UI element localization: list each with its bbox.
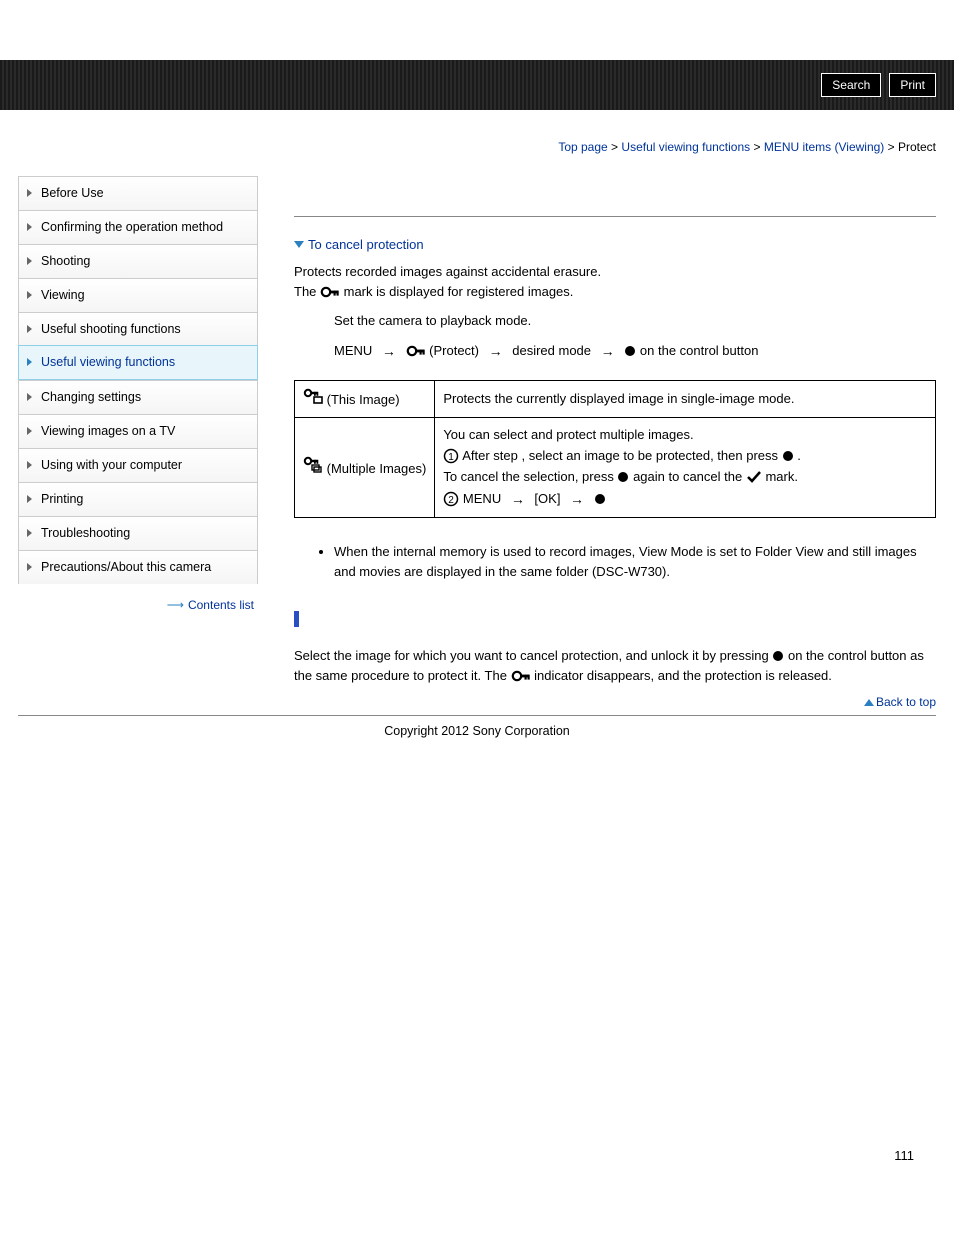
arrow-icon: → — [511, 488, 525, 510]
table-row: (Multiple Images) You can select and pro… — [295, 418, 936, 518]
circled-2-icon: 2 — [443, 491, 459, 507]
page-number: 111 — [0, 768, 954, 1183]
triangle-up-icon — [864, 699, 874, 706]
sidebar-item-precautions[interactable]: Precautions/About this camera — [18, 550, 258, 584]
arrow-right-icon: ⟶ — [167, 598, 184, 612]
protect-key-icon — [320, 285, 340, 299]
header-bar: Search Print — [0, 60, 954, 110]
option-label: (This Image) — [323, 392, 400, 407]
center-button-icon — [617, 471, 629, 483]
svg-text:1: 1 — [449, 452, 455, 463]
triangle-down-icon — [294, 241, 304, 248]
center-button-icon — [782, 450, 794, 462]
search-button[interactable]: Search — [821, 73, 881, 97]
sidebar-item-confirming[interactable]: Confirming the operation method — [18, 210, 258, 244]
step-2: MENU → (Protect) → desired mode → on the… — [334, 341, 936, 362]
option-label: (Multiple Images) — [323, 461, 426, 476]
circled-1-icon: 1 — [443, 448, 459, 464]
sidebar: Before Use Confirming the operation meth… — [18, 172, 258, 713]
sidebar-item-troubleshooting[interactable]: Troubleshooting — [18, 516, 258, 550]
separator — [294, 216, 936, 217]
check-mark-icon — [746, 470, 762, 484]
sidebar-item-viewing[interactable]: Viewing — [18, 278, 258, 312]
back-to-top-link[interactable]: Back to top — [294, 695, 936, 709]
option-desc: You can select and protect multiple imag… — [435, 418, 936, 518]
arrow-icon: → — [601, 341, 615, 362]
protect-key-icon — [406, 344, 426, 358]
center-button-icon — [624, 345, 636, 357]
protect-this-image-icon — [303, 388, 323, 404]
note-item: When the internal memory is used to reco… — [334, 542, 936, 581]
breadcrumb-top[interactable]: Top page — [558, 140, 607, 154]
protect-multiple-images-icon — [303, 456, 323, 473]
arrow-icon: → — [489, 341, 503, 362]
notes: When the internal memory is used to reco… — [294, 542, 936, 581]
breadcrumb: Top page > Useful viewing functions > ME… — [0, 110, 954, 172]
sidebar-item-useful-viewing[interactable]: Useful viewing functions — [18, 345, 258, 380]
footer-separator — [18, 715, 936, 716]
contents-list-link[interactable]: ⟶Contents list — [18, 584, 258, 612]
table-row: (This Image) Protects the currently disp… — [295, 380, 936, 418]
sidebar-item-using-computer[interactable]: Using with your computer — [18, 448, 258, 482]
cancel-protection-text: Select the image for which you want to c… — [294, 646, 936, 685]
print-button[interactable]: Print — [889, 73, 936, 97]
breadcrumb-sec2[interactable]: MENU items (Viewing) — [764, 140, 884, 154]
sidebar-item-viewing-tv[interactable]: Viewing images on a TV — [18, 414, 258, 448]
sidebar-item-useful-shooting[interactable]: Useful shooting functions — [18, 312, 258, 346]
svg-text:2: 2 — [449, 495, 455, 506]
intro-text: Protects recorded images against acciden… — [294, 262, 936, 301]
sidebar-item-printing[interactable]: Printing — [18, 482, 258, 516]
center-button-icon — [772, 650, 784, 662]
sidebar-item-shooting[interactable]: Shooting — [18, 244, 258, 278]
center-button-icon — [594, 493, 606, 505]
breadcrumb-current: Protect — [898, 140, 936, 154]
main-content: To cancel protection Protects recorded i… — [258, 172, 936, 713]
options-table: (This Image) Protects the currently disp… — [294, 380, 936, 519]
protect-key-icon — [511, 669, 531, 683]
arrow-icon: → — [570, 488, 584, 510]
arrow-icon: → — [382, 341, 396, 362]
breadcrumb-sec1[interactable]: Useful viewing functions — [621, 140, 750, 154]
option-desc: Protects the currently displayed image i… — [435, 380, 936, 418]
jump-to-cancel-link[interactable]: To cancel protection — [294, 237, 936, 252]
sidebar-item-changing-settings[interactable]: Changing settings — [18, 380, 258, 414]
sidebar-item-before-use[interactable]: Before Use — [18, 176, 258, 210]
copyright: Copyright 2012 Sony Corporation — [0, 724, 954, 768]
section-bar-icon — [294, 611, 299, 627]
step-1: Set the camera to playback mode. — [334, 311, 936, 331]
